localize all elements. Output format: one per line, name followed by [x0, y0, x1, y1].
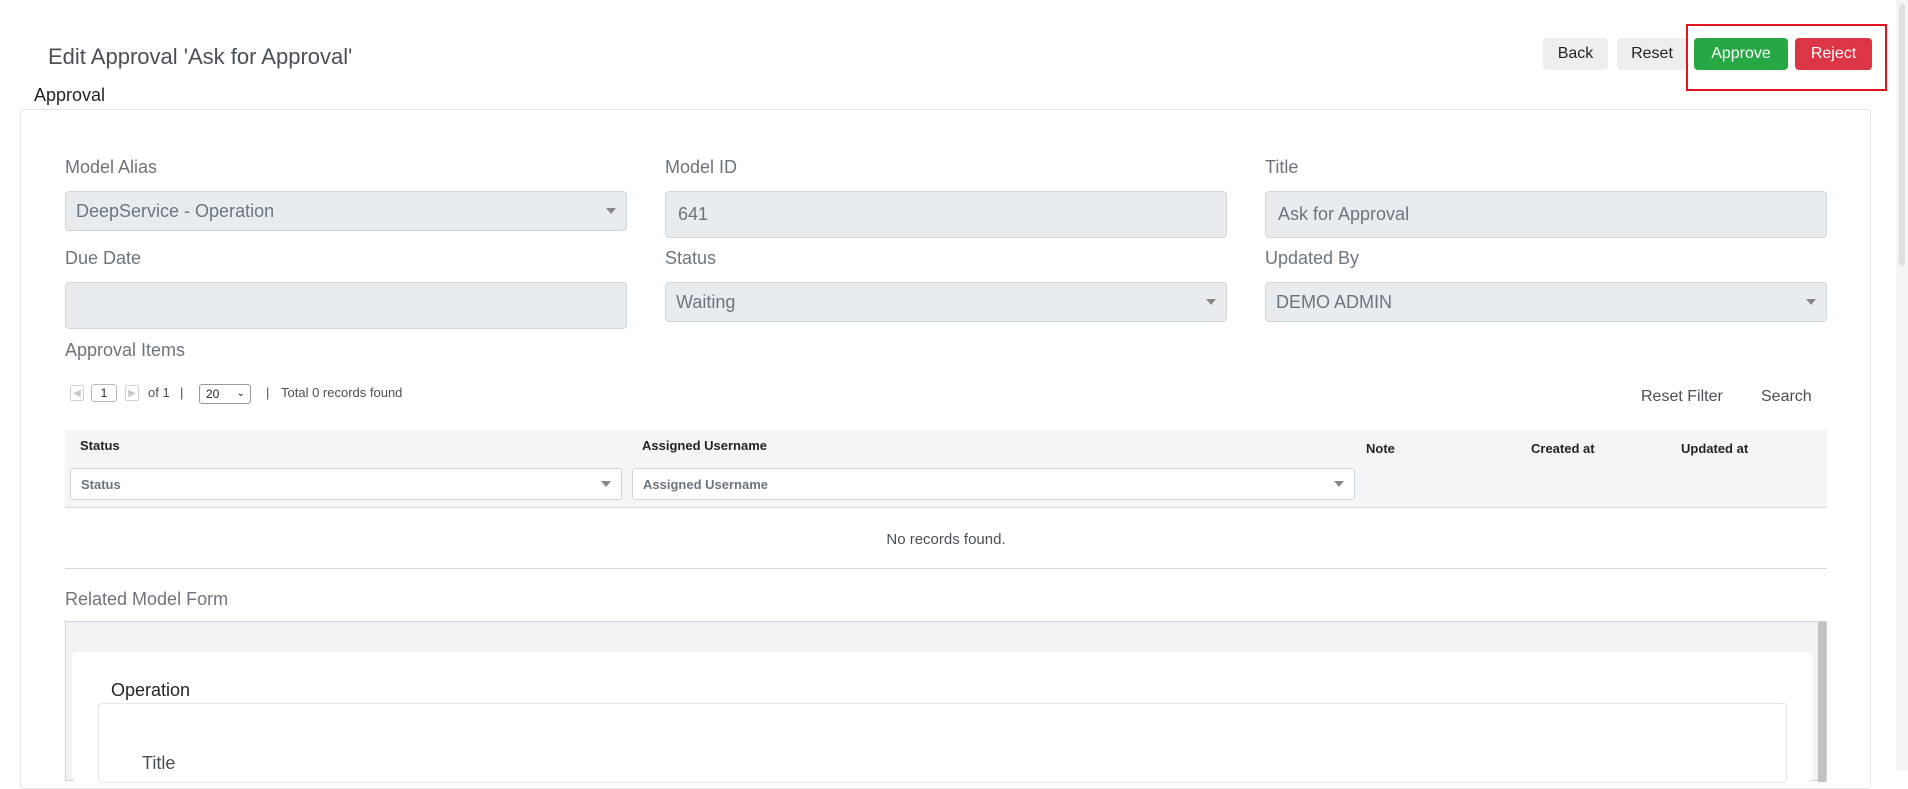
assigned-username-filter-placeholder: Assigned Username	[643, 476, 768, 492]
divider	[65, 507, 1827, 508]
status-label: Status	[665, 248, 717, 268]
page-scrollbar-thumb[interactable]	[1899, 4, 1905, 266]
chevron-down-icon	[1806, 299, 1816, 305]
pager-separator: |	[266, 385, 270, 400]
chevron-down-icon	[601, 481, 611, 487]
updated-by-label: Updated By	[1265, 248, 1360, 268]
updated-by-select[interactable]: DEMO ADMIN	[1265, 282, 1827, 322]
back-button[interactable]: Back	[1543, 38, 1608, 70]
section-title: Approval	[34, 85, 106, 105]
empty-message: No records found.	[886, 531, 1006, 548]
column-header-status[interactable]: Status	[80, 438, 120, 453]
column-header-assigned-username[interactable]: Assigned Username	[642, 438, 767, 453]
page-input[interactable]: 1	[91, 384, 117, 402]
reset-button[interactable]: Reset	[1617, 38, 1687, 70]
column-header-updated-at[interactable]: Updated at	[1681, 441, 1748, 456]
column-header-note[interactable]: Note	[1366, 441, 1395, 456]
divider	[65, 568, 1827, 569]
chevron-down-icon	[606, 208, 616, 214]
model-alias-label: Model Alias	[65, 157, 158, 177]
chevron-down-icon: ⌄	[236, 388, 245, 399]
model-alias-value: DeepService - Operation	[76, 200, 275, 221]
status-value: Waiting	[676, 291, 736, 312]
chevron-down-icon	[1206, 299, 1216, 305]
status-filter-placeholder: Status	[81, 476, 121, 492]
model-id-field[interactable]: 641	[665, 191, 1227, 238]
pager-separator: |	[180, 385, 184, 400]
frame-scrollbar[interactable]	[1818, 622, 1826, 782]
title-value: Ask for Approval	[1278, 204, 1410, 224]
title-field[interactable]: Ask for Approval	[1265, 191, 1827, 238]
operation-title: Operation	[111, 680, 191, 700]
approval-items-label: Approval Items	[65, 340, 186, 360]
reset-filter-button[interactable]: Reset Filter	[1641, 388, 1723, 406]
due-date-field[interactable]	[65, 282, 627, 329]
related-model-form-label: Related Model Form	[65, 589, 229, 609]
next-page-icon[interactable]: ▶	[125, 385, 139, 401]
model-id-label: Model ID	[665, 157, 738, 177]
page-of-text: of 1	[148, 385, 170, 400]
model-alias-select[interactable]: DeepService - Operation	[65, 191, 627, 231]
page-title: Edit Approval 'Ask for Approval'	[48, 44, 353, 69]
operation-fieldset	[98, 703, 1787, 783]
chevron-down-icon	[1334, 481, 1344, 487]
prev-page-icon[interactable]: ◀	[70, 385, 84, 401]
column-header-created-at[interactable]: Created at	[1531, 441, 1595, 456]
title-label: Title	[1265, 157, 1299, 177]
search-button[interactable]: Search	[1761, 388, 1812, 406]
status-select[interactable]: Waiting	[665, 282, 1227, 322]
total-records-text: Total 0 records found	[281, 385, 403, 400]
page-input-value: 1	[100, 386, 108, 400]
status-filter-select[interactable]: Status	[70, 468, 622, 500]
assigned-username-filter-select[interactable]: Assigned Username	[632, 468, 1355, 500]
model-id-value: 641	[678, 204, 709, 224]
due-date-label: Due Date	[65, 248, 142, 268]
page-size-select[interactable]: 20 ⌄	[199, 384, 251, 404]
highlight-box	[1686, 24, 1887, 91]
page-size-value: 20	[206, 387, 220, 401]
updated-by-value: DEMO ADMIN	[1276, 291, 1393, 312]
